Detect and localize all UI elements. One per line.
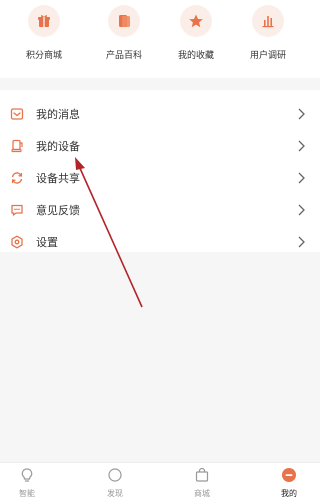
menu-item-feedback[interactable]: 意见反馈 [0, 194, 320, 226]
chevron-right-icon [298, 172, 305, 184]
quick-label: 用户调研 [249, 51, 286, 61]
star-icon [180, 5, 212, 37]
menu-item-my-messages[interactable]: 我的消息 [0, 98, 320, 130]
chevron-right-icon [298, 236, 305, 248]
quick-label: 产品百科 [105, 51, 142, 61]
quick-label: 积分商城 [25, 51, 62, 61]
bottom-tab-bar: 智能 发现 商城 我的 [0, 462, 320, 500]
chevron-right-icon [298, 108, 305, 120]
book-icon [108, 5, 140, 37]
menu-item-device-sharing[interactable]: 设备共享 [0, 162, 320, 194]
shopping-bag-icon [195, 467, 209, 482]
bar-chart-icon [252, 5, 284, 37]
bulb-icon [21, 468, 33, 482]
menu-item-label: 设置 [36, 236, 58, 249]
empty-content-area [0, 252, 320, 460]
quick-item-points-mall[interactable]: 积分商城 [4, 5, 84, 61]
gift-icon [28, 5, 60, 37]
quick-item-product-wiki[interactable]: 产品百科 [84, 5, 164, 61]
tab-smart[interactable]: 智能 [2, 467, 52, 499]
chevron-right-icon [298, 140, 305, 152]
menu-item-label: 意见反馈 [36, 204, 80, 217]
compass-icon [108, 468, 122, 482]
quick-access-bar: 积分商城 产品百科 我的收藏 用户调研 [0, 0, 320, 78]
menu-item-my-devices[interactable]: 我的设备 [0, 130, 320, 162]
tab-label: 我的 [281, 489, 297, 498]
tab-mall[interactable]: 商城 [177, 467, 227, 499]
tab-discover[interactable]: 发现 [90, 467, 140, 499]
chevron-right-icon [298, 204, 305, 216]
menu-item-label: 设备共享 [36, 172, 80, 185]
quick-item-my-favorites[interactable]: 我的收藏 [156, 5, 236, 61]
quick-item-user-survey[interactable]: 用户调研 [228, 5, 308, 61]
menu-item-label: 我的设备 [36, 140, 80, 153]
device-icon [10, 139, 24, 153]
profile-icon [282, 468, 296, 482]
tab-label: 商城 [194, 489, 210, 498]
tab-label: 智能 [19, 489, 35, 498]
feedback-icon [10, 203, 24, 217]
menu-item-label: 我的消息 [36, 108, 80, 121]
quick-label: 我的收藏 [177, 51, 214, 61]
menu-list: 我的消息 我的设备 设备共享 意见反馈 设置 [0, 90, 320, 252]
message-icon [10, 107, 24, 121]
tab-label: 发现 [107, 489, 123, 498]
tab-mine[interactable]: 我的 [264, 467, 314, 499]
share-sync-icon [10, 171, 24, 185]
settings-icon [10, 235, 24, 249]
